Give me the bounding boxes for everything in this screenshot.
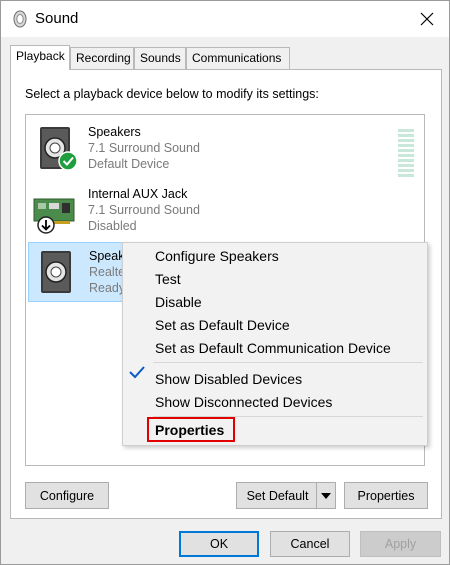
device-name: Internal AUX Jack — [88, 187, 188, 201]
menu-properties[interactable]: Properties — [155, 422, 224, 438]
checkmark-icon — [129, 366, 145, 379]
sound-dialog: Sound Playback Recording Sounds Communic… — [0, 0, 450, 565]
set-default-button[interactable]: Set Default — [236, 482, 319, 509]
set-default-dropdown[interactable] — [316, 482, 336, 509]
window-title: Sound — [35, 10, 79, 27]
device-name: Speakers — [88, 125, 141, 139]
device-internal-aux[interactable]: Internal AUX Jack 7.1 Surround Sound Dis… — [28, 181, 408, 241]
properties-button[interactable]: Properties — [344, 482, 428, 509]
tab-playback[interactable]: Playback — [10, 45, 70, 70]
menu-disable[interactable]: Disable — [155, 294, 202, 310]
instruction-text: Select a playback device below to modify… — [25, 87, 319, 101]
menu-configure-speakers[interactable]: Configure Speakers — [155, 248, 279, 264]
speaker-icon — [40, 127, 78, 171]
configure-button[interactable]: Configure — [25, 482, 109, 509]
menu-show-disconnected-devices[interactable]: Show Disconnected Devices — [155, 394, 332, 410]
tab-communications[interactable]: Communications — [186, 47, 290, 69]
close-button[interactable] — [405, 1, 449, 37]
device-type: Realte — [89, 265, 126, 279]
chevron-down-icon — [321, 492, 331, 499]
speaker-icon — [41, 251, 71, 293]
device-speakers-default[interactable]: Speakers 7.1 Surround Sound Default Devi… — [28, 119, 414, 179]
menu-test[interactable]: Test — [155, 271, 181, 287]
tab-recording[interactable]: Recording — [70, 47, 134, 69]
device-name: Speak — [89, 249, 125, 263]
menu-show-disabled-devices[interactable]: Show Disabled Devices — [155, 371, 302, 387]
apply-button[interactable]: Apply — [360, 531, 441, 557]
close-icon — [420, 12, 434, 26]
cancel-button[interactable]: Cancel — [270, 531, 350, 557]
volume-level-meter — [398, 129, 414, 177]
device-status: Ready — [89, 281, 126, 295]
device-type: 7.1 Surround Sound — [88, 141, 200, 155]
device-type: 7.1 Surround Sound — [88, 203, 200, 217]
speaker-app-icon — [13, 10, 27, 28]
menu-separator — [153, 362, 423, 363]
tab-sounds[interactable]: Sounds — [134, 47, 186, 69]
ok-button[interactable]: OK — [179, 531, 259, 557]
device-speakers-realtek[interactable]: Speak Realte Ready — [28, 242, 126, 302]
menu-set-default-communication-device[interactable]: Set as Default Communication Device — [155, 340, 391, 356]
menu-set-default-device[interactable]: Set as Default Device — [155, 317, 290, 333]
device-context-menu: Configure Speakers Test Disable Set as D… — [122, 242, 428, 446]
green-check-icon — [58, 151, 78, 171]
device-status: Disabled — [88, 219, 137, 233]
device-status: Default Device — [88, 157, 170, 171]
title-bar: Sound — [1, 1, 449, 37]
sound-card-icon — [33, 198, 75, 234]
